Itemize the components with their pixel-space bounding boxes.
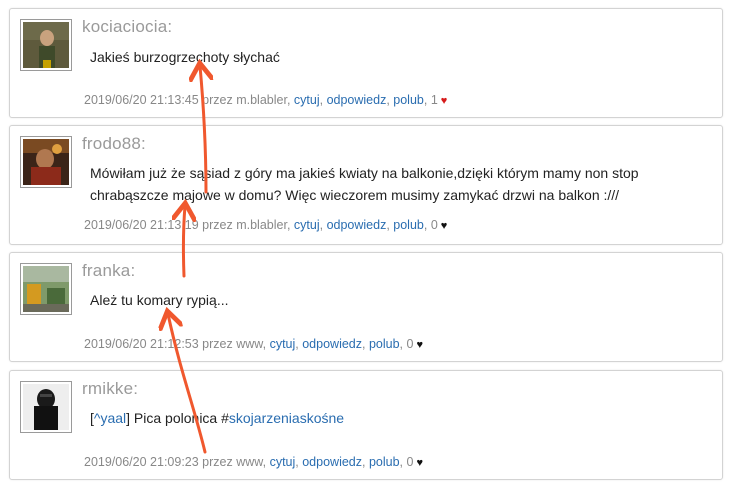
separator: , [286, 218, 294, 232]
avatar-image [23, 22, 69, 68]
author: m.blabler [236, 218, 287, 232]
message-text: [^yaal] Pica polonica #skojarzeniaskośne [90, 407, 710, 429]
message-text: Ależ tu komary rypią... [90, 292, 229, 308]
like-count: 0 [406, 455, 414, 469]
separator: , [399, 337, 407, 351]
reply-link[interactable]: odpowiedz [327, 93, 387, 107]
post-card: frodo88: Mówiłam już że sąsiad z góry ma… [9, 125, 723, 245]
by-prefix: przez [198, 218, 237, 232]
like-link[interactable]: polub [393, 93, 424, 107]
post-card: rmikke: [^yaal] Pica polonica #skojarzen… [9, 370, 723, 480]
message-text: Jakieś burzogrzechoty słychać [90, 49, 280, 65]
separator: , [399, 455, 407, 469]
separator: , [319, 218, 327, 232]
heart-icon: ♥ [416, 339, 423, 351]
by-prefix: przez [198, 455, 237, 469]
like-link[interactable]: polub [393, 218, 424, 232]
message-body: Pica polonica # [130, 410, 229, 426]
like-link[interactable]: polub [369, 337, 400, 351]
avatar-image [23, 266, 69, 312]
username[interactable]: frodo88: [82, 134, 146, 154]
reply-reference-link[interactable]: ^yaal [94, 410, 126, 426]
post-meta: 2019/06/20 21:12:53 przez www, cytuj, od… [84, 337, 423, 351]
username[interactable]: rmikke: [82, 379, 138, 399]
avatar[interactable] [20, 263, 72, 315]
by-prefix: przez [198, 93, 237, 107]
author: www [236, 455, 263, 469]
hashtag-link[interactable]: skojarzeniaskośne [229, 410, 344, 426]
timestamp: 2019/06/20 21:12:53 [84, 337, 199, 351]
separator: , [262, 455, 270, 469]
post-card: kociaciocia: Jakieś burzogrzechoty słych… [9, 8, 723, 118]
like-link[interactable]: polub [369, 455, 400, 469]
like-count: 0 [406, 337, 414, 351]
post-card: franka: Ależ tu komary rypią... 2019/06/… [9, 252, 723, 362]
separator: , [286, 93, 294, 107]
separator: , [423, 93, 431, 107]
username[interactable]: kociaciocia: [82, 17, 172, 37]
separator: , [362, 455, 369, 469]
like-count: 1 [430, 93, 438, 107]
avatar-image [23, 139, 69, 185]
author: m.blabler [236, 93, 287, 107]
timestamp: 2019/06/20 21:09:23 [84, 455, 199, 469]
reply-link[interactable]: odpowiedz [302, 455, 362, 469]
heart-icon: ♥ [416, 457, 423, 469]
cite-link[interactable]: cytuj [294, 218, 320, 232]
cite-link[interactable]: cytuj [270, 455, 296, 469]
post-meta: 2019/06/20 21:13:19 przez m.blabler, cyt… [84, 218, 447, 232]
heart-icon: ♥ [440, 95, 448, 107]
by-prefix: przez [198, 337, 237, 351]
username[interactable]: franka: [82, 261, 135, 281]
cite-link[interactable]: cytuj [270, 337, 296, 351]
separator: , [423, 218, 431, 232]
post-meta: 2019/06/20 21:13:45 przez m.blabler, cyt… [84, 93, 447, 107]
reply-link[interactable]: odpowiedz [327, 218, 387, 232]
like-count: 0 [430, 218, 438, 232]
separator: , [262, 337, 270, 351]
avatar-image [23, 384, 69, 430]
cite-link[interactable]: cytuj [294, 93, 320, 107]
separator: , [319, 93, 327, 107]
heart-icon: ♥ [440, 220, 448, 232]
avatar[interactable] [20, 19, 72, 71]
reply-link[interactable]: odpowiedz [302, 337, 362, 351]
avatar[interactable] [20, 136, 72, 188]
avatar[interactable] [20, 381, 72, 433]
post-meta: 2019/06/20 21:09:23 przez www, cytuj, od… [84, 455, 423, 469]
timestamp: 2019/06/20 21:13:45 [84, 93, 199, 107]
separator: , [362, 337, 369, 351]
message-text: Mówiłam już że sąsiad z góry ma jakieś k… [90, 165, 639, 203]
author: www [236, 337, 263, 351]
timestamp: 2019/06/20 21:13:19 [84, 218, 199, 232]
